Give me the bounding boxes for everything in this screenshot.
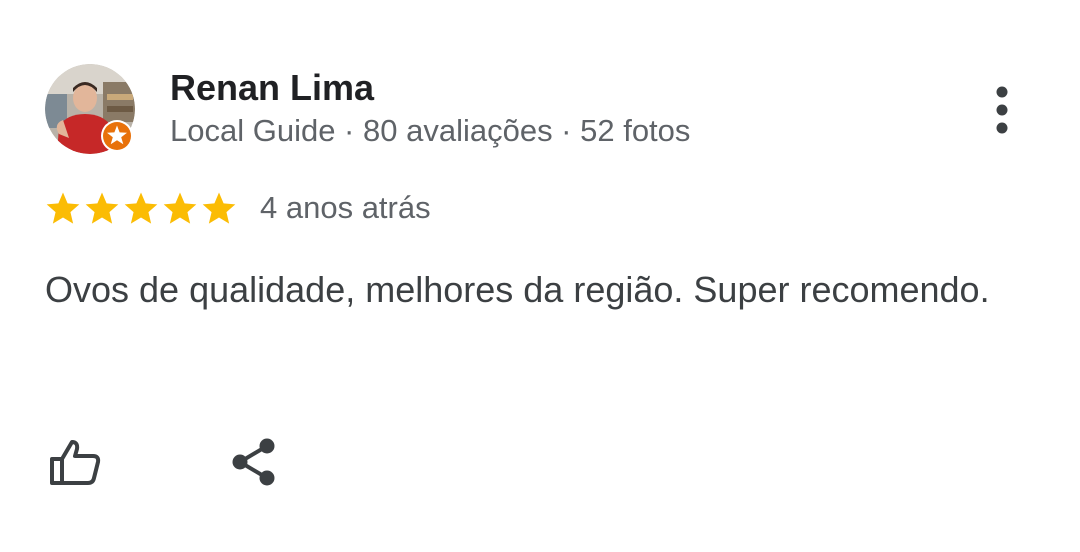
- star-icon: [85, 192, 119, 224]
- star-icon: [124, 192, 158, 224]
- like-button[interactable]: [44, 432, 106, 492]
- thumb-up-icon: [50, 440, 101, 485]
- more-options-button[interactable]: [976, 78, 1028, 142]
- rating-row: 4 anos atrás: [44, 186, 431, 230]
- local-guide-badge-icon: [100, 119, 134, 153]
- author-avatar[interactable]: [45, 64, 135, 154]
- share-button[interactable]: [224, 432, 284, 492]
- review-date: 4 anos atrás: [260, 190, 431, 225]
- review-card: Renan Lima Local Guide · 80 avaliações ·…: [0, 0, 1080, 552]
- more-vert-icon: [996, 86, 1008, 134]
- star-icon: [163, 192, 197, 224]
- review-text: Ovos de qualidade, melhores da região. S…: [45, 269, 990, 310]
- share-icon: [232, 438, 275, 486]
- star-icon: [202, 192, 236, 224]
- star-rating: [44, 189, 238, 227]
- star-icon: [46, 192, 80, 224]
- author-meta: Local Guide · 80 avaliações · 52 fotos: [170, 113, 691, 148]
- author-name[interactable]: Renan Lima: [170, 66, 374, 110]
